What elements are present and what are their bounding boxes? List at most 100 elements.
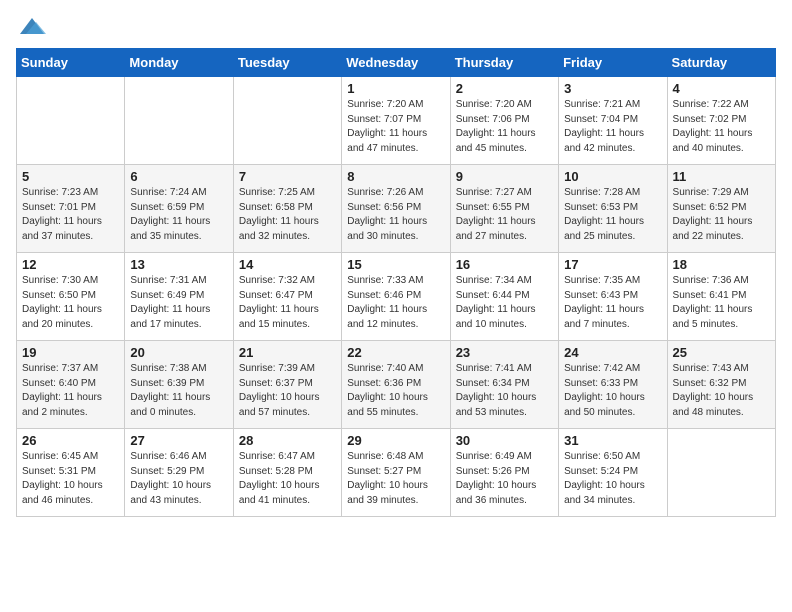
day-cell: 28Sunrise: 6:47 AM Sunset: 5:28 PM Dayli…	[233, 429, 341, 517]
day-cell: 9 Sunrise: 7:27 AM Sunset: 6:55 PM Daylig…	[450, 165, 558, 253]
day-info: Sunrise: 6:50 AM Sunset: 5:24 PM Dayligh…	[564, 450, 661, 508]
day-info: Sunrise: 7:35 AM Sunset: 6:43 PM Dayligh…	[564, 274, 661, 332]
day-number: 11	[673, 169, 770, 184]
day-cell: 19 Sunrise: 7:37 AM Sunset: 6:40 PM Dayli…	[17, 341, 125, 429]
day-number: 6	[130, 169, 227, 184]
day-cell: 29 Sunrise: 6:48 AM Sunset: 5:27 PM Dayli…	[342, 429, 450, 517]
logo	[16, 16, 46, 36]
day-info: Sunrise: 7:38 AM Sunset: 6:39 PM Dayligh…	[130, 362, 227, 420]
day-cell: 26 Sunrise: 6:45 AM Sunset: 5:31 PM Dayli…	[17, 429, 125, 517]
day-number: 27	[130, 433, 227, 448]
day-cell: 4Sunrise: 7:22 AM Sunset: 7:02 PM Daylig…	[667, 77, 775, 165]
col-header-sunday: Sunday	[17, 49, 125, 77]
day-info: Sunrise: 7:29 AM Sunset: 6:52 PM Dayligh…	[673, 186, 770, 244]
day-info: Sunrise: 7:41 AM Sunset: 6:34 PM Dayligh…	[456, 362, 553, 420]
day-cell: 22 Sunrise: 7:40 AM Sunset: 6:36 PM Dayli…	[342, 341, 450, 429]
day-number: 1	[347, 81, 444, 96]
day-info: Sunrise: 7:28 AM Sunset: 6:53 PM Dayligh…	[564, 186, 661, 244]
day-info: Sunrise: 6:48 AM Sunset: 5:27 PM Dayligh…	[347, 450, 444, 508]
day-cell: 23 Sunrise: 7:41 AM Sunset: 6:34 PM Dayli…	[450, 341, 558, 429]
day-number: 31	[564, 433, 661, 448]
day-number: 2	[456, 81, 553, 96]
day-info: Sunrise: 7:31 AM Sunset: 6:49 PM Dayligh…	[130, 274, 227, 332]
day-cell: 27 Sunrise: 6:46 AM Sunset: 5:29 PM Dayli…	[125, 429, 233, 517]
day-cell: 21 Sunrise: 7:39 AM Sunset: 6:37 PM Dayli…	[233, 341, 341, 429]
day-number: 15	[347, 257, 444, 272]
day-info: Sunrise: 7:20 AM Sunset: 7:07 PM Dayligh…	[347, 98, 444, 156]
day-cell: 1 Sunrise: 7:20 AM Sunset: 7:07 PM Daylig…	[342, 77, 450, 165]
day-cell: 25Sunrise: 7:43 AM Sunset: 6:32 PM Dayli…	[667, 341, 775, 429]
week-row-3: 12 Sunrise: 7:30 AM Sunset: 6:50 PM Dayli…	[17, 253, 776, 341]
day-cell	[125, 77, 233, 165]
day-cell: 31 Sunrise: 6:50 AM Sunset: 5:24 PM Dayli…	[559, 429, 667, 517]
day-cell: 7 Sunrise: 7:25 AM Sunset: 6:58 PM Daylig…	[233, 165, 341, 253]
day-number: 23	[456, 345, 553, 360]
day-number: 12	[22, 257, 119, 272]
day-info: Sunrise: 7:27 AM Sunset: 6:55 PM Dayligh…	[456, 186, 553, 244]
day-info: Sunrise: 7:37 AM Sunset: 6:40 PM Dayligh…	[22, 362, 119, 420]
day-number: 5	[22, 169, 119, 184]
day-info: Sunrise: 7:23 AM Sunset: 7:01 PM Dayligh…	[22, 186, 119, 244]
logo-icon	[18, 16, 46, 36]
week-row-2: 5 Sunrise: 7:23 AM Sunset: 7:01 PM Daylig…	[17, 165, 776, 253]
day-info: Sunrise: 7:39 AM Sunset: 6:37 PM Dayligh…	[239, 362, 336, 420]
day-cell: 20 Sunrise: 7:38 AM Sunset: 6:39 PM Dayli…	[125, 341, 233, 429]
week-row-4: 19 Sunrise: 7:37 AM Sunset: 6:40 PM Dayli…	[17, 341, 776, 429]
day-info: Sunrise: 7:30 AM Sunset: 6:50 PM Dayligh…	[22, 274, 119, 332]
day-number: 20	[130, 345, 227, 360]
day-cell	[667, 429, 775, 517]
day-cell: 15 Sunrise: 7:33 AM Sunset: 6:46 PM Dayli…	[342, 253, 450, 341]
day-info: Sunrise: 7:33 AM Sunset: 6:46 PM Dayligh…	[347, 274, 444, 332]
day-cell: 10 Sunrise: 7:28 AM Sunset: 6:53 PM Dayli…	[559, 165, 667, 253]
col-header-saturday: Saturday	[667, 49, 775, 77]
day-number: 30	[456, 433, 553, 448]
week-row-5: 26 Sunrise: 6:45 AM Sunset: 5:31 PM Dayli…	[17, 429, 776, 517]
day-number: 17	[564, 257, 661, 272]
day-number: 24	[564, 345, 661, 360]
day-info: Sunrise: 7:26 AM Sunset: 6:56 PM Dayligh…	[347, 186, 444, 244]
day-number: 29	[347, 433, 444, 448]
day-number: 28	[239, 433, 336, 448]
day-cell: 18 Sunrise: 7:36 AM Sunset: 6:41 PM Dayli…	[667, 253, 775, 341]
col-header-monday: Monday	[125, 49, 233, 77]
day-cell: 30 Sunrise: 6:49 AM Sunset: 5:26 PM Dayli…	[450, 429, 558, 517]
day-number: 19	[22, 345, 119, 360]
day-cell: 3 Sunrise: 7:21 AM Sunset: 7:04 PM Daylig…	[559, 77, 667, 165]
day-number: 3	[564, 81, 661, 96]
day-cell: 14Sunrise: 7:32 AM Sunset: 6:47 PM Dayli…	[233, 253, 341, 341]
day-number: 14	[239, 257, 336, 272]
day-cell: 16Sunrise: 7:34 AM Sunset: 6:44 PM Dayli…	[450, 253, 558, 341]
day-cell: 12 Sunrise: 7:30 AM Sunset: 6:50 PM Dayli…	[17, 253, 125, 341]
day-number: 10	[564, 169, 661, 184]
day-info: Sunrise: 7:36 AM Sunset: 6:41 PM Dayligh…	[673, 274, 770, 332]
day-info: Sunrise: 7:40 AM Sunset: 6:36 PM Dayligh…	[347, 362, 444, 420]
col-header-thursday: Thursday	[450, 49, 558, 77]
day-info: Sunrise: 7:42 AM Sunset: 6:33 PM Dayligh…	[564, 362, 661, 420]
day-info: Sunrise: 7:34 AM Sunset: 6:44 PM Dayligh…	[456, 274, 553, 332]
day-number: 18	[673, 257, 770, 272]
day-info: Sunrise: 7:21 AM Sunset: 7:04 PM Dayligh…	[564, 98, 661, 156]
day-number: 9	[456, 169, 553, 184]
day-cell: 13 Sunrise: 7:31 AM Sunset: 6:49 PM Dayli…	[125, 253, 233, 341]
week-row-1: 1 Sunrise: 7:20 AM Sunset: 7:07 PM Daylig…	[17, 77, 776, 165]
day-info: Sunrise: 7:24 AM Sunset: 6:59 PM Dayligh…	[130, 186, 227, 244]
day-number: 21	[239, 345, 336, 360]
page-header	[16, 16, 776, 36]
day-number: 13	[130, 257, 227, 272]
day-number: 25	[673, 345, 770, 360]
day-info: Sunrise: 6:49 AM Sunset: 5:26 PM Dayligh…	[456, 450, 553, 508]
day-number: 7	[239, 169, 336, 184]
day-cell: 6 Sunrise: 7:24 AM Sunset: 6:59 PM Daylig…	[125, 165, 233, 253]
day-number: 26	[22, 433, 119, 448]
day-info: Sunrise: 6:45 AM Sunset: 5:31 PM Dayligh…	[22, 450, 119, 508]
day-cell	[17, 77, 125, 165]
day-info: Sunrise: 7:25 AM Sunset: 6:58 PM Dayligh…	[239, 186, 336, 244]
day-cell: 17 Sunrise: 7:35 AM Sunset: 6:43 PM Dayli…	[559, 253, 667, 341]
day-cell	[233, 77, 341, 165]
day-info: Sunrise: 7:20 AM Sunset: 7:06 PM Dayligh…	[456, 98, 553, 156]
day-info: Sunrise: 6:46 AM Sunset: 5:29 PM Dayligh…	[130, 450, 227, 508]
day-number: 22	[347, 345, 444, 360]
day-cell: 8Sunrise: 7:26 AM Sunset: 6:56 PM Daylig…	[342, 165, 450, 253]
day-cell: 11 Sunrise: 7:29 AM Sunset: 6:52 PM Dayli…	[667, 165, 775, 253]
day-info: Sunrise: 7:22 AM Sunset: 7:02 PM Dayligh…	[673, 98, 770, 156]
